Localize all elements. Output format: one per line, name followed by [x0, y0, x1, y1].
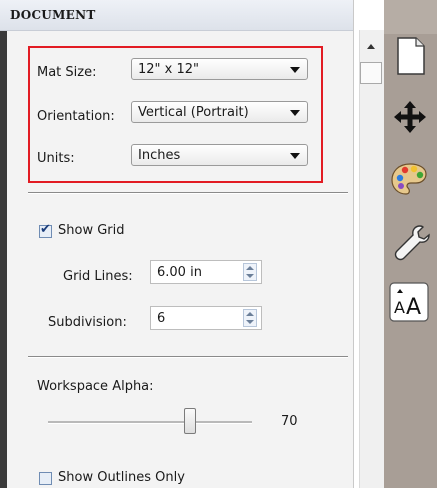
alpha-value: 70: [281, 414, 298, 429]
chevron-down-icon: [290, 67, 300, 73]
grid-lines-value: 6.00 in: [157, 265, 202, 280]
grid-lines-label: Grid Lines:: [63, 269, 133, 284]
scroll-up-icon[interactable]: [367, 44, 375, 49]
svg-text:A: A: [406, 295, 421, 320]
alpha-slider-track[interactable]: [48, 421, 252, 424]
chevron-down-icon: [290, 110, 300, 116]
panel-scrollbar[interactable]: [359, 30, 384, 488]
arrow-down-icon: [246, 274, 254, 278]
orientation-value: Vertical (Portrait): [138, 105, 249, 120]
document-panel: DOCUMENT Mat Size: 12" x 12" Orientation…: [0, 0, 354, 488]
mat-size-value: 12" x 12": [138, 62, 200, 77]
palette-icon[interactable]: [386, 158, 434, 202]
subdivision-spinner[interactable]: 6: [150, 306, 262, 330]
wrench-icon[interactable]: [386, 220, 434, 264]
svg-text:A: A: [394, 298, 405, 317]
spinner-buttons[interactable]: [243, 263, 257, 281]
panel-left-edge: [0, 0, 7, 488]
document-icon[interactable]: [386, 34, 434, 78]
grid-lines-spinner[interactable]: 6.00 in: [150, 260, 262, 284]
checkmark-icon: ✔: [40, 222, 51, 237]
panel-title: DOCUMENT: [10, 8, 96, 22]
text-size-icon[interactable]: A A: [386, 280, 434, 324]
spinner-buttons[interactable]: [243, 309, 257, 327]
move-icon[interactable]: [386, 95, 434, 139]
chevron-down-icon: [290, 153, 300, 159]
workspace-alpha-label: Workspace Alpha:: [37, 379, 154, 394]
section-divider: [28, 356, 348, 358]
section-divider: [28, 192, 348, 194]
mat-size-select[interactable]: 12" x 12": [131, 58, 308, 80]
show-outlines-label: Show Outlines Only: [58, 470, 185, 485]
alpha-slider-thumb[interactable]: [184, 408, 196, 434]
units-select[interactable]: Inches: [131, 144, 308, 166]
arrow-up-icon: [246, 266, 254, 270]
arrow-down-icon: [246, 320, 254, 324]
panel-header: DOCUMENT: [0, 0, 353, 31]
units-value: Inches: [138, 148, 181, 163]
arrow-up-icon: [246, 312, 254, 316]
orientation-select[interactable]: Vertical (Portrait): [131, 101, 308, 123]
subdivision-value: 6: [157, 311, 166, 326]
units-label: Units:: [37, 151, 75, 166]
show-grid-label: Show Grid: [58, 223, 125, 238]
scrollbar-thumb[interactable]: [360, 62, 382, 84]
show-grid-checkbox[interactable]: ✔: [39, 222, 52, 238]
show-outlines-checkbox[interactable]: [39, 472, 52, 485]
orientation-label: Orientation:: [37, 109, 115, 124]
toolbar-top-strip: [384, 0, 437, 34]
subdivision-label: Subdivision:: [48, 315, 127, 330]
mat-size-label: Mat Size:: [37, 65, 97, 80]
